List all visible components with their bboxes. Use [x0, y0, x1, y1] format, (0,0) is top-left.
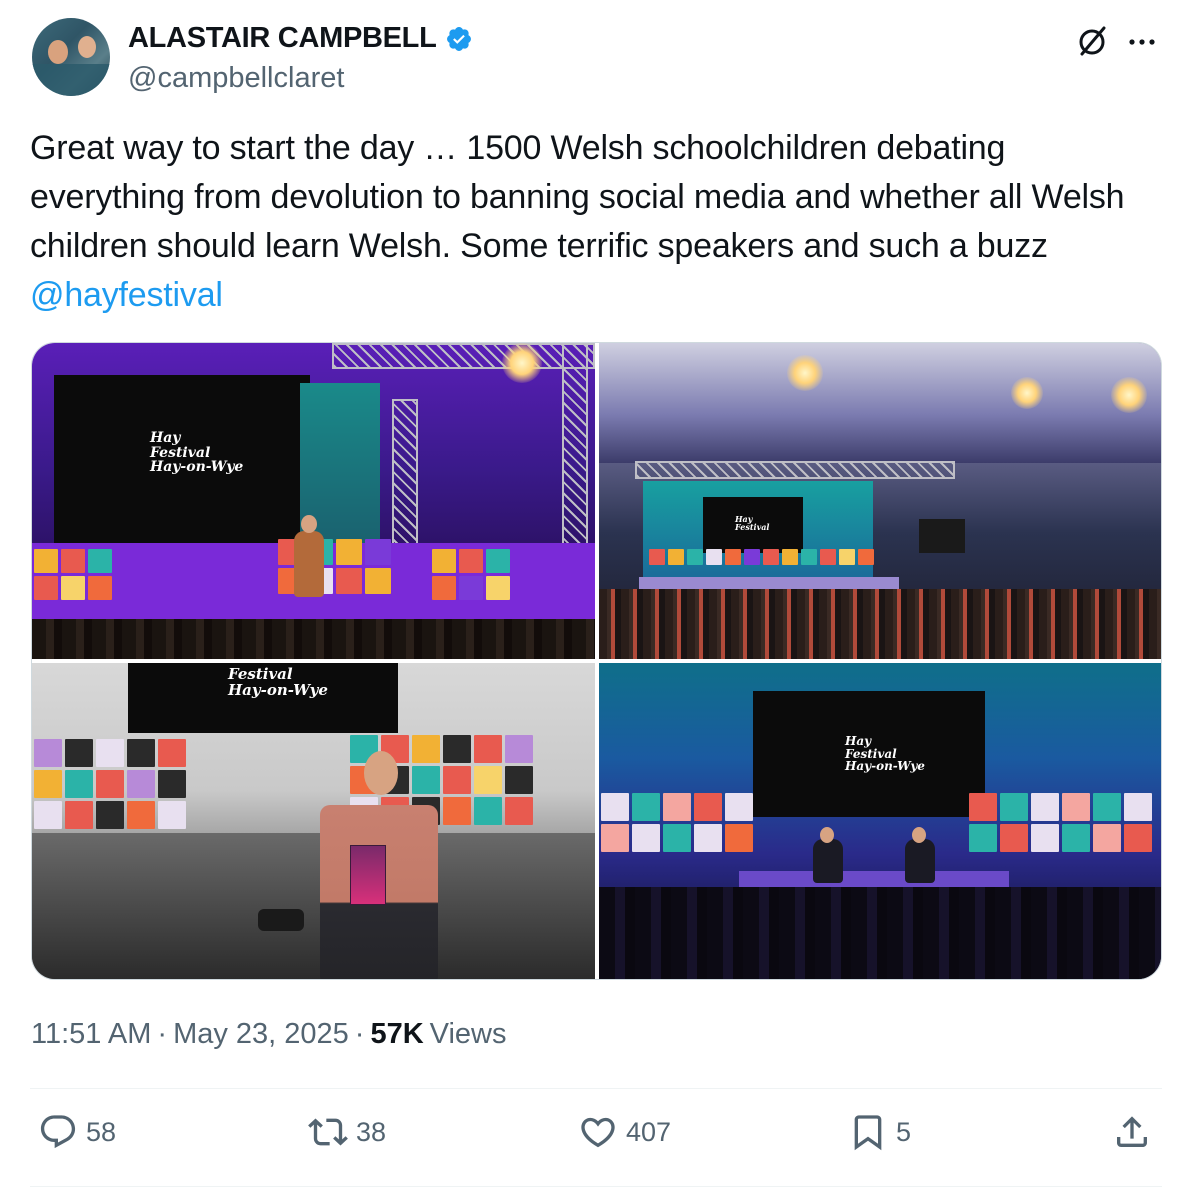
roof-light-3 [1011, 377, 1043, 409]
screen-logo-4: Hay Festival Hay-on-Wye [845, 734, 925, 774]
stage-blocks-3-left [34, 739, 186, 829]
bookmark-count: 5 [896, 1116, 912, 1147]
media-grid: Hay Festival Hay-on-Wye Hay Festival Fes… [31, 342, 1162, 980]
photo-3[interactable]: Festival Hay-on-Wye [32, 663, 595, 979]
hall-audience [599, 589, 1161, 659]
stage-screen-3: Festival Hay-on-Wye [128, 663, 398, 733]
reply-count: 58 [86, 1116, 117, 1147]
bookmark-icon [854, 1115, 882, 1151]
views-count[interactable]: 57K [370, 1018, 423, 1051]
reply-button[interactable]: 58 [38, 1112, 116, 1152]
views-label[interactable]: Views [430, 1018, 507, 1051]
share-button[interactable] [1112, 1112, 1160, 1152]
divider-top [30, 1088, 1162, 1089]
share-icon [1117, 1116, 1147, 1147]
photo-2[interactable]: Hay Festival [599, 343, 1161, 659]
tweet-date[interactable]: May 23, 2025 [173, 1018, 349, 1051]
stage-floor-3 [32, 833, 595, 979]
meta-separator: · [157, 1018, 168, 1050]
divider-bottom [30, 1186, 1162, 1187]
name-row: ALASTAIR CAMPBELL [128, 22, 473, 55]
stage-blocks-left [34, 549, 112, 600]
verified-badge-icon[interactable] [445, 25, 473, 53]
tweet-time[interactable]: 11:51 AM [31, 1018, 151, 1051]
stage-blocks-far-right [432, 549, 510, 600]
grok-icon[interactable] [1074, 24, 1110, 60]
stage-screen: Hay Festival Hay-on-Wye [54, 375, 310, 543]
repost-button[interactable]: 38 [308, 1112, 386, 1152]
tweet-body: Great way to start the day … 1500 Welsh … [30, 129, 1125, 265]
tweet-text: Great way to start the day … 1500 Welsh … [30, 124, 1140, 320]
meta-separator-2: · [354, 1018, 365, 1050]
stage-truss [332, 343, 595, 369]
speaker-head [301, 515, 317, 533]
repost-count: 38 [356, 1116, 387, 1147]
more-icon[interactable] [1124, 24, 1160, 60]
hall-stage-blocks [649, 549, 874, 565]
avatar-water [32, 64, 110, 96]
audience-4 [599, 887, 1161, 979]
held-book [350, 845, 386, 905]
photo-1[interactable]: Hay Festival Hay-on-Wye [32, 343, 595, 659]
tent-roof [599, 343, 1161, 463]
avatar-face-left [48, 40, 68, 64]
stage-blocks-4-right [969, 793, 1152, 852]
audience [32, 619, 595, 659]
roof-light-2 [1111, 377, 1147, 413]
roof-light-1 [787, 355, 823, 391]
hall-truss [635, 461, 955, 479]
like-count: 407 [626, 1116, 672, 1147]
display-name[interactable]: ALASTAIR CAMPBELL [128, 22, 437, 55]
bookmark-button[interactable]: 5 [848, 1112, 911, 1152]
stage-blocks-4-left [601, 793, 753, 852]
interviewer-head [820, 827, 834, 843]
floor-monitor [258, 909, 304, 931]
hall-screen: Hay Festival [703, 497, 803, 553]
stage-screen-4: Hay Festival Hay-on-Wye [753, 691, 985, 817]
tweet-meta: 11:51 AM · May 23, 2025 · 57K Views [31, 1018, 507, 1051]
screen-logo: Hay Festival Hay-on-Wye [150, 430, 244, 476]
man-head [364, 751, 398, 795]
hall-screen-logo: Hay Festival [735, 514, 770, 533]
avatar[interactable] [32, 18, 110, 96]
like-button[interactable]: 407 [578, 1112, 671, 1152]
like-icon [581, 1117, 615, 1148]
stage-light [502, 343, 542, 383]
avatar-face-right [78, 36, 96, 58]
interviewer [813, 839, 843, 883]
mention-link[interactable]: @hayfestival [30, 276, 223, 314]
guest-head [912, 827, 926, 843]
reply-icon [40, 1115, 76, 1149]
photo-4[interactable]: Hay Festival Hay-on-Wye [599, 663, 1161, 979]
screen-logo-3: Festival Hay-on-Wye [228, 665, 328, 699]
speaker [294, 531, 324, 597]
tweet-header: ALASTAIR CAMPBELL @campbellclaret [32, 18, 1164, 100]
guest [905, 839, 935, 883]
action-bar: 58 38 407 5 [30, 1112, 1162, 1164]
repost-icon [308, 1118, 348, 1146]
user-handle[interactable]: @campbellclaret [128, 62, 344, 95]
side-screen [919, 519, 965, 553]
